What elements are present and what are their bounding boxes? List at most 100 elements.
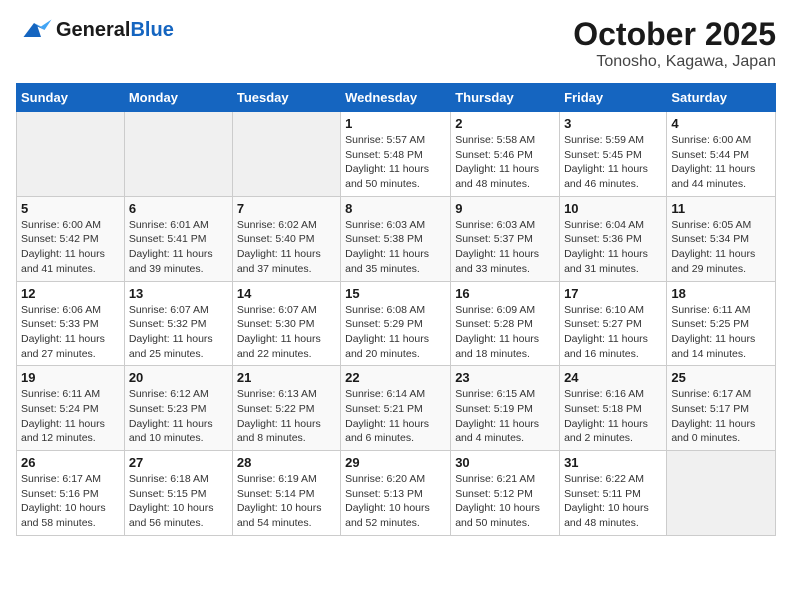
day-info: Sunrise: 6:05 AMSunset: 5:34 PMDaylight:… (671, 218, 771, 277)
day-number: 30 (455, 455, 555, 470)
day-number: 25 (671, 370, 771, 385)
calendar-week-4: 19 Sunrise: 6:11 AMSunset: 5:24 PMDayligh… (17, 366, 776, 451)
calendar-body: 1Sunrise: 5:57 AMSunset: 5:48 PMDaylight… (17, 112, 776, 536)
day-info: Sunrise: 6:02 AMSunset: 5:40 PMDaylight:… (237, 218, 336, 277)
day-info: Sunrise: 6:17 AMSunset: 5:17 PMDaylight:… (671, 387, 771, 446)
day-info: Sunrise: 6:20 AMSunset: 5:13 PMDaylight:… (345, 472, 446, 531)
day-info: Sunrise: 6:21 AMSunset: 5:12 PMDaylight:… (455, 472, 555, 531)
calendar-cell: 28Sunrise: 6:19 AMSunset: 5:14 PMDayligh… (232, 451, 340, 536)
day-number: 19 (21, 370, 120, 385)
day-number: 10 (564, 201, 662, 216)
day-number: 18 (671, 286, 771, 301)
calendar-cell: 26Sunrise: 6:17 AMSunset: 5:16 PMDayligh… (17, 451, 125, 536)
day-number: 22 (345, 370, 446, 385)
calendar-cell: 29Sunrise: 6:20 AMSunset: 5:13 PMDayligh… (341, 451, 451, 536)
day-number: 11 (671, 201, 771, 216)
day-info: Sunrise: 6:18 AMSunset: 5:15 PMDaylight:… (129, 472, 228, 531)
calendar-cell (124, 112, 232, 197)
calendar-cell (667, 451, 776, 536)
calendar-cell: 24 Sunrise: 6:16 AMSunset: 5:18 PMDayligh… (560, 366, 667, 451)
calendar-cell: 5 Sunrise: 6:00 AMSunset: 5:42 PMDaylight… (17, 196, 125, 281)
header-day-friday: Friday (560, 84, 667, 112)
calendar-cell: 9 Sunrise: 6:03 AMSunset: 5:37 PMDaylight… (451, 196, 560, 281)
calendar-cell: 19 Sunrise: 6:11 AMSunset: 5:24 PMDayligh… (17, 366, 125, 451)
day-info: Sunrise: 6:07 AMSunset: 5:30 PMDaylight:… (237, 303, 336, 362)
day-number: 21 (237, 370, 336, 385)
page-header: GeneralBlue October 2025 Tonosho, Kagawa… (16, 16, 776, 71)
day-info: Sunrise: 5:58 AMSunset: 5:46 PMDaylight:… (455, 133, 555, 192)
calendar-subtitle: Tonosho, Kagawa, Japan (573, 53, 776, 71)
day-number: 6 (129, 201, 228, 216)
calendar-cell: 21Sunrise: 6:13 AMSunset: 5:22 PMDayligh… (232, 366, 340, 451)
calendar-week-2: 5 Sunrise: 6:00 AMSunset: 5:42 PMDaylight… (17, 196, 776, 281)
calendar-title: October 2025 (573, 16, 776, 53)
day-info: Sunrise: 6:11 AMSunset: 5:24 PMDaylight:… (21, 387, 120, 446)
day-number: 24 (564, 370, 662, 385)
day-number: 2 (455, 116, 555, 131)
day-info: Sunrise: 6:22 AMSunset: 5:11 PMDaylight:… (564, 472, 662, 531)
day-number: 9 (455, 201, 555, 216)
day-info: Sunrise: 6:03 AMSunset: 5:38 PMDaylight:… (345, 218, 446, 277)
day-number: 31 (564, 455, 662, 470)
calendar-cell: 18 Sunrise: 6:11 AMSunset: 5:25 PMDayligh… (667, 281, 776, 366)
day-info: Sunrise: 6:07 AMSunset: 5:32 PMDaylight:… (129, 303, 228, 362)
logo: GeneralBlue (16, 16, 174, 44)
day-number: 8 (345, 201, 446, 216)
calendar-cell: 30 Sunrise: 6:21 AMSunset: 5:12 PMDayligh… (451, 451, 560, 536)
day-number: 7 (237, 201, 336, 216)
day-info: Sunrise: 5:57 AMSunset: 5:48 PMDaylight:… (345, 133, 446, 192)
calendar-table: SundayMondayTuesdayWednesdayThursdayFrid… (16, 83, 776, 536)
calendar-cell: 31 Sunrise: 6:22 AMSunset: 5:11 PMDayligh… (560, 451, 667, 536)
day-number: 13 (129, 286, 228, 301)
calendar-cell: 15 Sunrise: 6:08 AMSunset: 5:29 PMDayligh… (341, 281, 451, 366)
calendar-cell: 1Sunrise: 5:57 AMSunset: 5:48 PMDaylight… (341, 112, 451, 197)
calendar-cell: 17Sunrise: 6:10 AMSunset: 5:27 PMDayligh… (560, 281, 667, 366)
day-info: Sunrise: 6:01 AMSunset: 5:41 PMDaylight:… (129, 218, 228, 277)
day-number: 27 (129, 455, 228, 470)
day-number: 5 (21, 201, 120, 216)
day-info: Sunrise: 6:00 AMSunset: 5:42 PMDaylight:… (21, 218, 120, 277)
day-number: 23 (455, 370, 555, 385)
title-block: October 2025 Tonosho, Kagawa, Japan (573, 16, 776, 71)
day-number: 12 (21, 286, 120, 301)
day-number: 4 (671, 116, 771, 131)
day-info: Sunrise: 6:03 AMSunset: 5:37 PMDaylight:… (455, 218, 555, 277)
day-number: 14 (237, 286, 336, 301)
day-info: Sunrise: 6:10 AMSunset: 5:27 PMDaylight:… (564, 303, 662, 362)
day-info: Sunrise: 6:19 AMSunset: 5:14 PMDaylight:… (237, 472, 336, 531)
day-number: 15 (345, 286, 446, 301)
calendar-week-5: 26Sunrise: 6:17 AMSunset: 5:16 PMDayligh… (17, 451, 776, 536)
calendar-cell: 7 Sunrise: 6:02 AMSunset: 5:40 PMDaylight… (232, 196, 340, 281)
calendar-cell (232, 112, 340, 197)
day-info: Sunrise: 5:59 AMSunset: 5:45 PMDaylight:… (564, 133, 662, 192)
calendar-cell: 8 Sunrise: 6:03 AMSunset: 5:38 PMDaylight… (341, 196, 451, 281)
calendar-cell: 10 Sunrise: 6:04 AMSunset: 5:36 PMDayligh… (560, 196, 667, 281)
calendar-cell: 16Sunrise: 6:09 AMSunset: 5:28 PMDayligh… (451, 281, 560, 366)
day-info: Sunrise: 6:16 AMSunset: 5:18 PMDaylight:… (564, 387, 662, 446)
calendar-cell: 4Sunrise: 6:00 AMSunset: 5:44 PMDaylight… (667, 112, 776, 197)
header-day-saturday: Saturday (667, 84, 776, 112)
header-day-thursday: Thursday (451, 84, 560, 112)
day-info: Sunrise: 6:08 AMSunset: 5:29 PMDaylight:… (345, 303, 446, 362)
calendar-cell: 27 Sunrise: 6:18 AMSunset: 5:15 PMDayligh… (124, 451, 232, 536)
day-info: Sunrise: 6:11 AMSunset: 5:25 PMDaylight:… (671, 303, 771, 362)
calendar-cell: 14 Sunrise: 6:07 AMSunset: 5:30 PMDayligh… (232, 281, 340, 366)
calendar-cell: 22Sunrise: 6:14 AMSunset: 5:21 PMDayligh… (341, 366, 451, 451)
calendar-cell: 11 Sunrise: 6:05 AMSunset: 5:34 PMDayligh… (667, 196, 776, 281)
day-number: 16 (455, 286, 555, 301)
day-info: Sunrise: 6:15 AMSunset: 5:19 PMDaylight:… (455, 387, 555, 446)
header-day-sunday: Sunday (17, 84, 125, 112)
calendar-cell: 3 Sunrise: 5:59 AMSunset: 5:45 PMDaylight… (560, 112, 667, 197)
header-row: SundayMondayTuesdayWednesdayThursdayFrid… (17, 84, 776, 112)
day-info: Sunrise: 6:12 AMSunset: 5:23 PMDaylight:… (129, 387, 228, 446)
day-number: 3 (564, 116, 662, 131)
day-info: Sunrise: 6:04 AMSunset: 5:36 PMDaylight:… (564, 218, 662, 277)
header-day-monday: Monday (124, 84, 232, 112)
calendar-cell: 12Sunrise: 6:06 AMSunset: 5:33 PMDayligh… (17, 281, 125, 366)
calendar-week-3: 12Sunrise: 6:06 AMSunset: 5:33 PMDayligh… (17, 281, 776, 366)
calendar-cell: 20 Sunrise: 6:12 AMSunset: 5:23 PMDayligh… (124, 366, 232, 451)
header-day-tuesday: Tuesday (232, 84, 340, 112)
logo-text: GeneralBlue (56, 19, 174, 41)
day-number: 20 (129, 370, 228, 385)
calendar-week-1: 1Sunrise: 5:57 AMSunset: 5:48 PMDaylight… (17, 112, 776, 197)
